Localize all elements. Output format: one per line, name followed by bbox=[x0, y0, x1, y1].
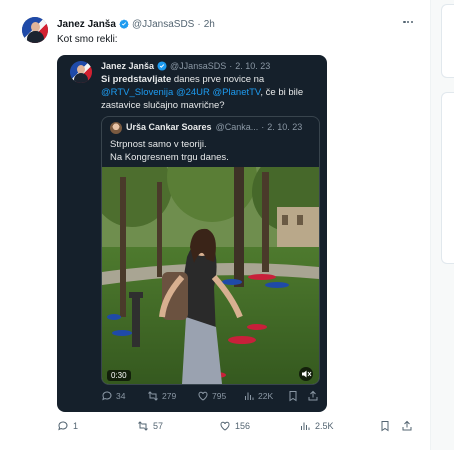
views-count: 2.5K bbox=[315, 421, 334, 431]
separator-dot: · bbox=[261, 122, 265, 132]
inner-quoted-tweet[interactable]: Urša Cankar Soares @Canka... · 2. 10. 23… bbox=[101, 116, 320, 385]
inner-author-avatar[interactable] bbox=[110, 122, 122, 134]
views-count: 22K bbox=[258, 391, 274, 401]
quoted-text-bold: Si predstavljate bbox=[101, 74, 172, 85]
inner-author-name[interactable]: Urša Cankar Soares bbox=[126, 122, 212, 132]
bookmark-icon bbox=[289, 391, 297, 402]
video-time: 0:30 bbox=[107, 370, 131, 381]
inner-author-handle[interactable]: @Canka... bbox=[216, 122, 259, 132]
sidebar-card[interactable] bbox=[441, 4, 454, 78]
reply-icon bbox=[102, 391, 112, 401]
quoted-views-button[interactable]: 22K bbox=[243, 390, 273, 402]
tweet-header: Janez Janša @JJansaSDS · 2h bbox=[57, 17, 215, 31]
author-name[interactable]: Janez Janša bbox=[57, 19, 116, 30]
inner-tweet-date[interactable]: 2. 10. 23 bbox=[267, 122, 302, 132]
like-button[interactable]: 156 bbox=[219, 420, 250, 432]
quoted-like-button[interactable]: 795 bbox=[197, 390, 226, 402]
video-player[interactable]: 0:30 bbox=[102, 167, 319, 384]
video-frame bbox=[102, 167, 319, 384]
quoted-reply-button[interactable]: 34 bbox=[101, 390, 125, 402]
repost-count: 279 bbox=[162, 391, 177, 401]
tweet-text: Kot smo rekli: bbox=[57, 34, 118, 45]
quoted-author-handle[interactable]: @JJansaSDS bbox=[170, 61, 226, 71]
author-handle[interactable]: @JJansaSDS bbox=[132, 19, 194, 30]
reply-count: 34 bbox=[116, 391, 126, 401]
inner-text-line: Na Kongresnem trgu danes. bbox=[110, 152, 229, 163]
verified-badge-icon bbox=[119, 19, 129, 29]
like-count: 156 bbox=[235, 421, 251, 431]
muted-speaker-icon bbox=[302, 370, 312, 378]
inner-tweet-header: Urša Cankar Soares @Canka... · 2. 10. 23 bbox=[126, 122, 302, 132]
quoted-tweet-text: Si predstavljate danes prve novice na @RT… bbox=[101, 73, 316, 112]
quoted-author-avatar[interactable] bbox=[70, 61, 92, 83]
quoted-repost-button[interactable]: 279 bbox=[147, 390, 176, 402]
heart-icon bbox=[198, 391, 208, 401]
mention-link[interactable]: @RTV_Slovenija bbox=[101, 87, 173, 98]
mention-link[interactable]: @24UR bbox=[176, 87, 210, 98]
author-avatar[interactable] bbox=[22, 17, 48, 43]
share-icon bbox=[308, 390, 318, 401]
share-button[interactable] bbox=[401, 420, 413, 432]
tweet-time[interactable]: 2h bbox=[204, 19, 215, 30]
quoted-text-part: danes prve novice na bbox=[171, 74, 265, 85]
inner-text-line: Strpnost samo v teoriji. bbox=[110, 139, 207, 150]
more-options-icon[interactable] bbox=[400, 16, 416, 28]
bookmark-icon bbox=[381, 421, 389, 432]
verified-badge-icon bbox=[157, 61, 167, 71]
inner-tweet-text: Strpnost samo v teoriji. Na Kongresnem t… bbox=[110, 138, 229, 164]
repost-icon bbox=[148, 391, 158, 401]
mention-link[interactable]: @PlanetTV bbox=[213, 87, 261, 98]
mute-button[interactable] bbox=[299, 367, 313, 381]
quoted-bookmark-button[interactable] bbox=[287, 390, 299, 402]
share-icon bbox=[402, 420, 412, 431]
quoted-author-name[interactable]: Janez Janša bbox=[101, 61, 154, 71]
quoted-actions-bar: 34 279 795 22K bbox=[101, 390, 321, 404]
repost-icon bbox=[138, 421, 148, 431]
tweet-actions-bar: 1 57 156 2.5K bbox=[57, 420, 417, 436]
like-count: 795 bbox=[212, 391, 227, 401]
quoted-tweet-card[interactable]: Janez Janša @JJansaSDS · 2. 10. 23 Si pr… bbox=[57, 55, 327, 412]
quoted-share-button[interactable] bbox=[307, 390, 319, 402]
heart-icon bbox=[220, 421, 230, 431]
separator-dot: · bbox=[197, 18, 201, 30]
views-button[interactable]: 2.5K bbox=[299, 420, 334, 432]
repost-count: 57 bbox=[153, 421, 164, 431]
reply-count: 1 bbox=[73, 421, 79, 431]
sidebar-card[interactable] bbox=[441, 92, 454, 264]
views-icon bbox=[301, 422, 310, 430]
reply-button[interactable]: 1 bbox=[57, 420, 78, 432]
separator-dot: · bbox=[229, 61, 233, 71]
quoted-tweet-date[interactable]: 2. 10. 23 bbox=[235, 61, 270, 71]
views-icon bbox=[245, 392, 254, 400]
repost-button[interactable]: 57 bbox=[137, 420, 163, 432]
quoted-tweet-header: Janez Janša @JJansaSDS · 2. 10. 23 bbox=[101, 61, 270, 71]
bookmark-button[interactable] bbox=[379, 420, 391, 432]
reply-icon bbox=[58, 421, 68, 431]
